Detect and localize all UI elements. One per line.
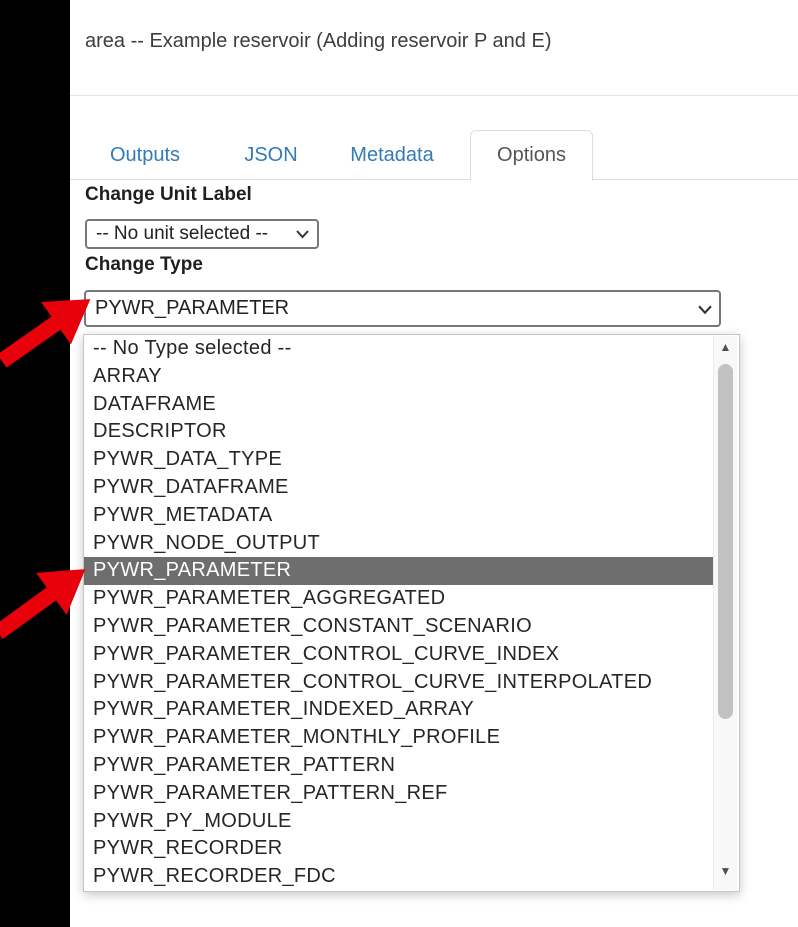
scrollbar-thumb[interactable] [718, 364, 733, 719]
dropdown-scrollbar[interactable]: ▲ ▼ [713, 336, 737, 890]
dropdown-option[interactable]: PYWR_PY_MODULE [84, 808, 715, 836]
dropdown-option[interactable]: PYWR_RECORDER [84, 835, 715, 863]
header-divider [70, 95, 798, 96]
dropdown-option[interactable]: ARRAY [84, 363, 715, 391]
page-title: area -- Example reservoir (Adding reserv… [85, 30, 551, 53]
dropdown-option[interactable]: -- No Type selected -- [84, 335, 715, 363]
chevron-down-icon [296, 230, 309, 239]
type-select[interactable]: PYWR_PARAMETER [84, 290, 721, 327]
screenshot-root: area -- Example reservoir (Adding reserv… [0, 0, 798, 927]
chevron-down-icon [698, 305, 711, 314]
dropdown-option[interactable]: PYWR_DATAFRAME [84, 474, 715, 502]
dropdown-option[interactable]: PYWR_PARAMETER_PATTERN [84, 752, 715, 780]
dropdown-option[interactable]: PYWR_DATA_TYPE [84, 446, 715, 474]
dropdown-option[interactable]: PYWR_RECORDER_FDC [84, 863, 715, 891]
scroll-up-arrow-icon[interactable]: ▲ [714, 340, 737, 354]
dropdown-option-selected[interactable]: PYWR_PARAMETER [84, 557, 715, 585]
tab-json[interactable]: JSON [221, 130, 321, 180]
change-type-heading: Change Type [85, 254, 203, 276]
scroll-down-arrow-icon[interactable]: ▼ [714, 864, 737, 878]
unit-select[interactable]: -- No unit selected -- [85, 219, 319, 249]
dialog-panel: area -- Example reservoir (Adding reserv… [70, 0, 798, 927]
dropdown-option[interactable]: PYWR_PARAMETER_MONTHLY_PROFILE [84, 724, 715, 752]
tab-bar: Outputs JSON Metadata Options [70, 130, 798, 180]
dropdown-option[interactable]: DESCRIPTOR [84, 418, 715, 446]
dropdown-option[interactable]: PYWR_PARAMETER_CONTROL_CURVE_INTERPOLATE… [84, 669, 715, 697]
tab-outputs[interactable]: Outputs [85, 130, 205, 180]
type-select-value: PYWR_PARAMETER [95, 297, 289, 320]
tab-metadata[interactable]: Metadata [332, 130, 452, 180]
dropdown-option[interactable]: PYWR_PARAMETER_CONTROL_CURVE_INDEX [84, 641, 715, 669]
dropdown-option[interactable]: PYWR_PARAMETER_INDEXED_ARRAY [84, 696, 715, 724]
unit-select-value: -- No unit selected -- [96, 223, 268, 245]
change-unit-label-heading: Change Unit Label [85, 184, 252, 206]
dropdown-option[interactable]: PYWR_NODE_OUTPUT [84, 530, 715, 558]
dropdown-option[interactable]: PYWR_PARAMETER_PATTERN_REF [84, 780, 715, 808]
dropdown-option[interactable]: DATAFRAME [84, 391, 715, 419]
tab-options-active[interactable]: Options [470, 130, 593, 181]
dropdown-option[interactable]: PYWR_PARAMETER_AGGREGATED [84, 585, 715, 613]
type-dropdown-list: -- No Type selected -- ARRAY DATAFRAME D… [83, 334, 740, 892]
dropdown-option[interactable]: PYWR_PARAMETER_CONSTANT_SCENARIO [84, 613, 715, 641]
dropdown-option[interactable]: PYWR_METADATA [84, 502, 715, 530]
left-black-margin [0, 0, 70, 927]
